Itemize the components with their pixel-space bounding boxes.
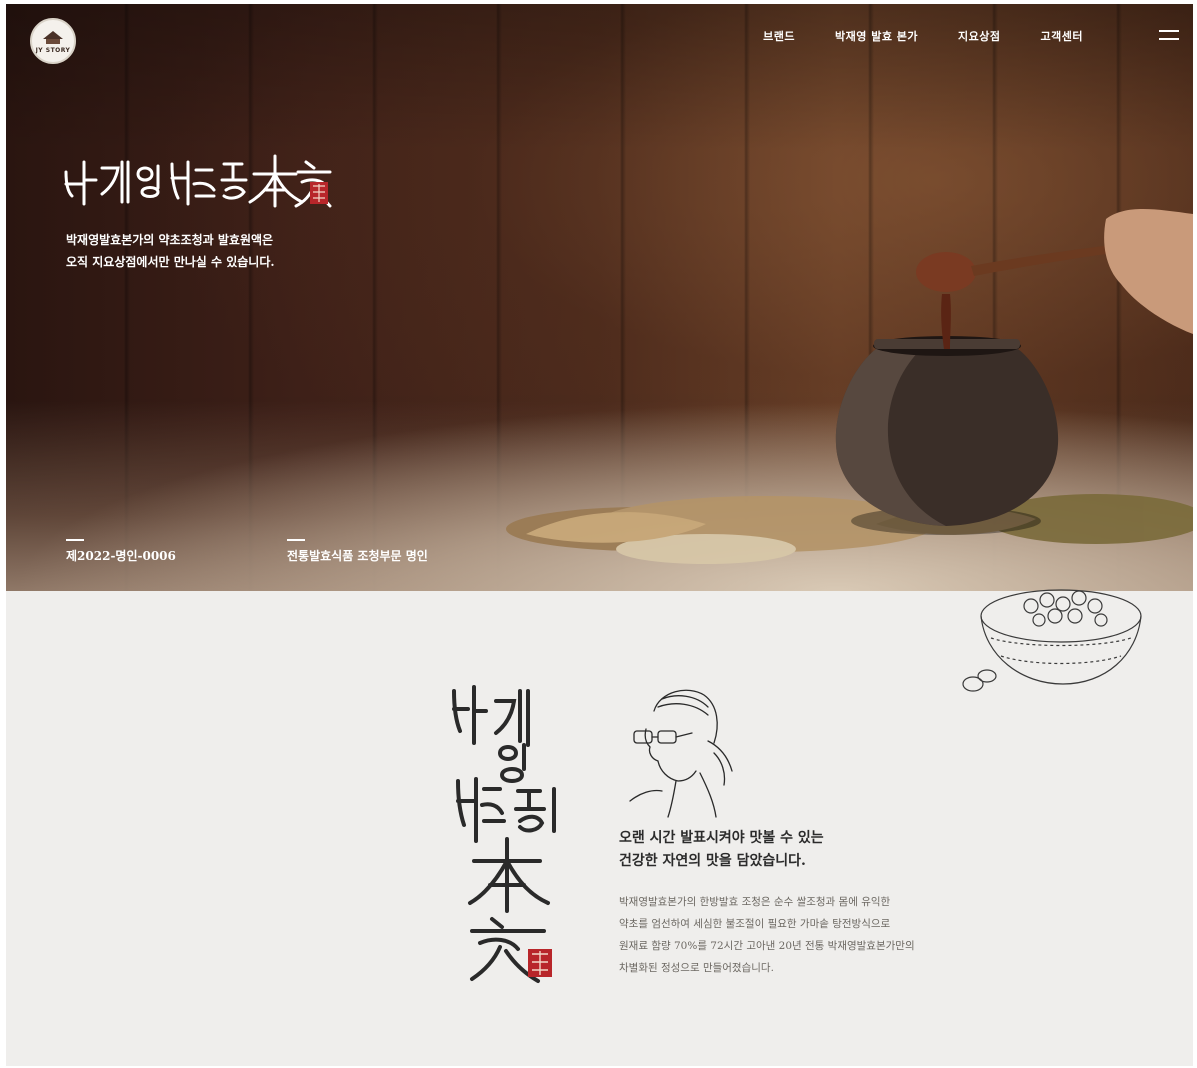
nav-brand[interactable]: 브랜드 [763, 28, 795, 44]
hero-description: 박재영발효본가의 약초조청과 발효원액은 오직 지요상점에서만 만나실 수 있습… [66, 233, 275, 269]
vertical-brand-calligraphy [452, 685, 556, 983]
bean-bowl-illustration [962, 589, 1142, 692]
intro-headline: 오랜 시간 발표시켜야 맛볼 수 있는 건강한 자연의 맛을 담았습니다. [619, 830, 824, 869]
intro-section: 오랜 시간 발표시켜야 맛볼 수 있는 건강한 자연의 맛을 담았습니다. 박재… [6, 589, 1193, 1066]
certification-badge: 제2022-명인-0006 [66, 539, 176, 564]
badge-divider [66, 539, 84, 541]
hamburger-icon[interactable] [1159, 30, 1179, 42]
page: JY STORY 브랜드 박재영 발효 본가 지요상점 고객센터 박재영발효본가… [6, 4, 1193, 1066]
master-portrait-illustration [629, 689, 733, 818]
nav-fermentation-house[interactable]: 박재영 발효 본가 [835, 28, 918, 44]
farm-icon [43, 30, 63, 44]
brand-logo[interactable]: JY STORY [30, 18, 76, 64]
master-title-badge: 전통발효식품 조청부문 명인 [287, 539, 428, 564]
hero-image-pot-and-herbs [506, 209, 1193, 564]
nav-jiyo-store[interactable]: 지요상점 [958, 28, 1000, 44]
hero-brand-calligraphy-logo [64, 154, 332, 208]
badge-divider [287, 539, 305, 541]
hero-section: JY STORY 브랜드 박재영 발효 본가 지요상점 고객센터 박재영발효본가… [6, 4, 1193, 591]
nav-customer-center[interactable]: 고객센터 [1041, 28, 1083, 44]
main-nav: 브랜드 박재영 발효 본가 지요상점 고객센터 [763, 28, 1083, 44]
intro-body: 박재영발효본가의 한방발효 조청은 순수 쌀조청과 몸에 유익한 약초를 엄선하… [619, 896, 915, 974]
